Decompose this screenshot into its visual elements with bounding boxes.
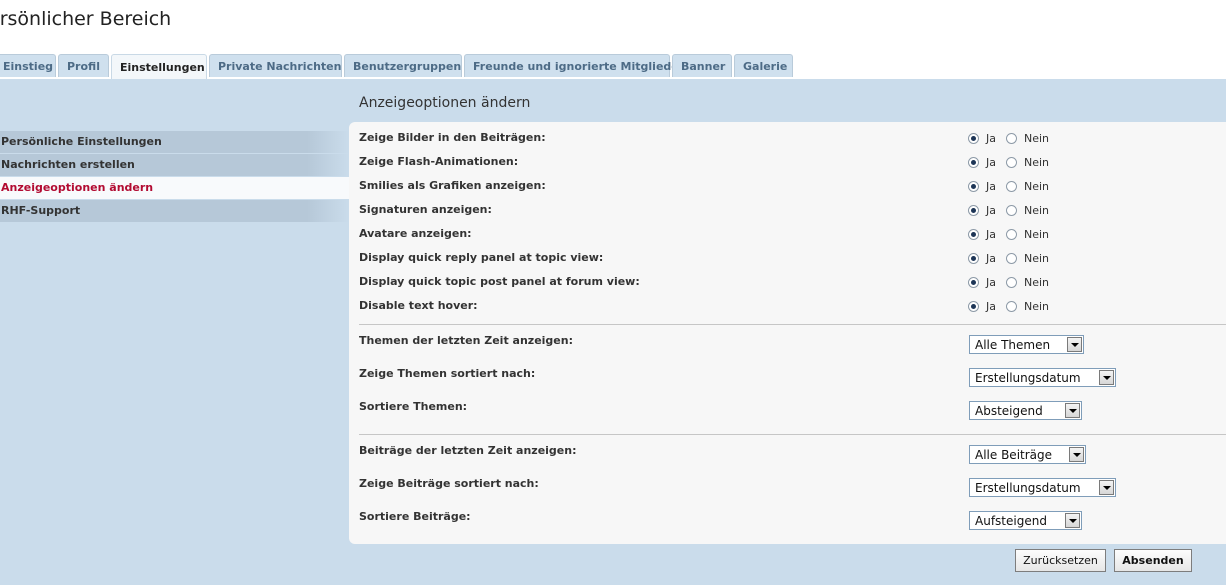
option-radio-group: Ja Nein (968, 132, 1059, 145)
radio-no[interactable] (1006, 229, 1017, 240)
radio-yes-label: Ja (986, 204, 996, 217)
post-sort-key-select[interactable]: Erstellungsdatum (969, 478, 1116, 497)
tab-einstellungen[interactable]: Einstellungen (111, 54, 207, 79)
topic-sort-direction-select[interactable]: Absteigend (969, 401, 1082, 420)
option-label: Display quick reply panel at topic view: (359, 251, 604, 264)
radio-no-label: Nein (1024, 180, 1050, 193)
tab-einstieg[interactable]: Einstieg (0, 54, 56, 77)
section-divider (359, 324, 1226, 325)
sidebar-item-persoenliche-einstellungen[interactable]: Persönliche Einstellungen (0, 131, 349, 153)
option-label: Zeige Bilder in den Beiträgen: (359, 131, 546, 144)
option-label-disable-text-hover: Disable text hover: (359, 299, 478, 312)
chevron-down-icon[interactable] (1099, 480, 1114, 495)
option-label: Signaturen anzeigen: (359, 203, 492, 216)
radio-yes[interactable] (968, 253, 979, 264)
tab-galerie[interactable]: Galerie (734, 54, 793, 77)
option-label: Avatare anzeigen: (359, 227, 472, 240)
tab-banner[interactable]: Banner (672, 54, 732, 77)
post-setting-label: Zeige Beiträge sortiert nach: (359, 477, 539, 490)
select-value: Erstellungsdatum (975, 370, 1081, 385)
option-radio-group: Ja Nein (968, 156, 1059, 169)
radio-no-label: Nein (1024, 132, 1050, 145)
radio-no-label: Nein (1024, 228, 1050, 241)
option-radio-group: Ja Nein (968, 252, 1059, 265)
topic-setting-label: Sortiere Themen: (359, 400, 468, 413)
radio-no[interactable] (1006, 301, 1017, 312)
radio-no[interactable] (1006, 133, 1017, 144)
tab-profil[interactable]: Profil (58, 54, 109, 77)
radio-yes[interactable] (968, 181, 979, 192)
radio-yes[interactable] (968, 133, 979, 144)
radio-yes[interactable] (968, 205, 979, 216)
chevron-down-icon[interactable] (1067, 337, 1082, 352)
option-radio-group: Ja Nein (968, 204, 1059, 217)
topic-setting-label: Zeige Themen sortiert nach: (359, 367, 536, 380)
tab-bar: Einstieg Profil Einstellungen Private Na… (0, 54, 795, 79)
content-area: Persönliche Einstellungen Nachrichten er… (0, 79, 1226, 585)
option-label: Zeige Flash-Animationen: (359, 155, 519, 168)
radio-no[interactable] (1006, 157, 1017, 168)
sidebar-item-nachrichten-erstellen[interactable]: Nachrichten erstellen (0, 154, 349, 176)
option-radio-group: Ja Nein (968, 300, 1059, 313)
chevron-down-icon[interactable] (1099, 370, 1114, 385)
radio-no-label: Nein (1024, 276, 1050, 289)
radio-yes-label: Ja (986, 228, 996, 241)
tab-benutzergruppen[interactable]: Benutzergruppen (344, 54, 462, 77)
radio-yes-label: Ja (986, 156, 996, 169)
radio-yes-label: Ja (986, 300, 996, 313)
topic-days-select[interactable]: Alle Themen (969, 335, 1084, 354)
select-value: Alle Beiträge (975, 447, 1053, 462)
post-setting-label: Beiträge der letzten Zeit anzeigen: (359, 444, 577, 457)
radio-yes[interactable] (968, 277, 979, 288)
radio-no[interactable] (1006, 181, 1017, 192)
option-radio-group: Ja Nein (968, 228, 1059, 241)
sidebar-item-anzeigeoptionen[interactable]: Anzeigeoptionen ändern (0, 177, 349, 199)
chevron-down-icon[interactable] (1065, 513, 1080, 528)
topic-setting-label: Themen der letzten Zeit anzeigen: (359, 334, 573, 347)
radio-no[interactable] (1006, 277, 1017, 288)
post-days-select[interactable]: Alle Beiträge (969, 445, 1086, 464)
select-value: Erstellungsdatum (975, 480, 1081, 495)
option-label: Smilies als Grafiken anzeigen: (359, 179, 546, 192)
option-radio-group: Ja Nein (968, 276, 1059, 289)
sidebar-item-rhf-support[interactable]: RHF-Support (0, 200, 349, 222)
radio-no-label: Nein (1024, 300, 1050, 313)
radio-no-label: Nein (1024, 204, 1050, 217)
chevron-down-icon[interactable] (1065, 403, 1080, 418)
select-value: Absteigend (975, 403, 1043, 418)
radio-yes-label: Ja (986, 252, 996, 265)
select-value: Aufsteigend (975, 513, 1047, 528)
chevron-down-icon[interactable] (1069, 447, 1084, 462)
page-title: ersönlicher Bereich (0, 8, 172, 30)
radio-yes[interactable] (968, 301, 979, 312)
radio-no-label: Nein (1024, 156, 1050, 169)
sidebar-menu: Persönliche Einstellungen Nachrichten er… (0, 131, 349, 223)
tab-freunde[interactable]: Freunde und ignorierte Mitglieder (464, 54, 684, 77)
radio-no[interactable] (1006, 205, 1017, 216)
tab-private-nachrichten[interactable]: Private Nachrichten (209, 54, 342, 77)
submit-button[interactable]: Absenden (1114, 549, 1192, 572)
radio-yes-label: Ja (986, 180, 996, 193)
radio-yes-label: Ja (986, 276, 996, 289)
settings-panel: Zeige Bilder in den Beiträgen: Ja Nein Z… (349, 122, 1226, 544)
radio-yes[interactable] (968, 229, 979, 240)
radio-no[interactable] (1006, 253, 1017, 264)
section-divider (359, 434, 1226, 435)
option-label: Display quick topic post panel at forum … (359, 275, 640, 288)
post-sort-direction-select[interactable]: Aufsteigend (969, 511, 1082, 530)
reset-button[interactable]: Zurücksetzen (1015, 549, 1106, 572)
panel-title: Anzeigeoptionen ändern (359, 95, 531, 111)
select-value: Alle Themen (975, 337, 1051, 352)
topic-sort-key-select[interactable]: Erstellungsdatum (969, 368, 1116, 387)
radio-no-label: Nein (1024, 252, 1050, 265)
radio-yes[interactable] (968, 157, 979, 168)
option-radio-group: Ja Nein (968, 180, 1059, 193)
post-setting-label: Sortiere Beiträge: (359, 510, 471, 523)
radio-yes-label: Ja (986, 132, 996, 145)
